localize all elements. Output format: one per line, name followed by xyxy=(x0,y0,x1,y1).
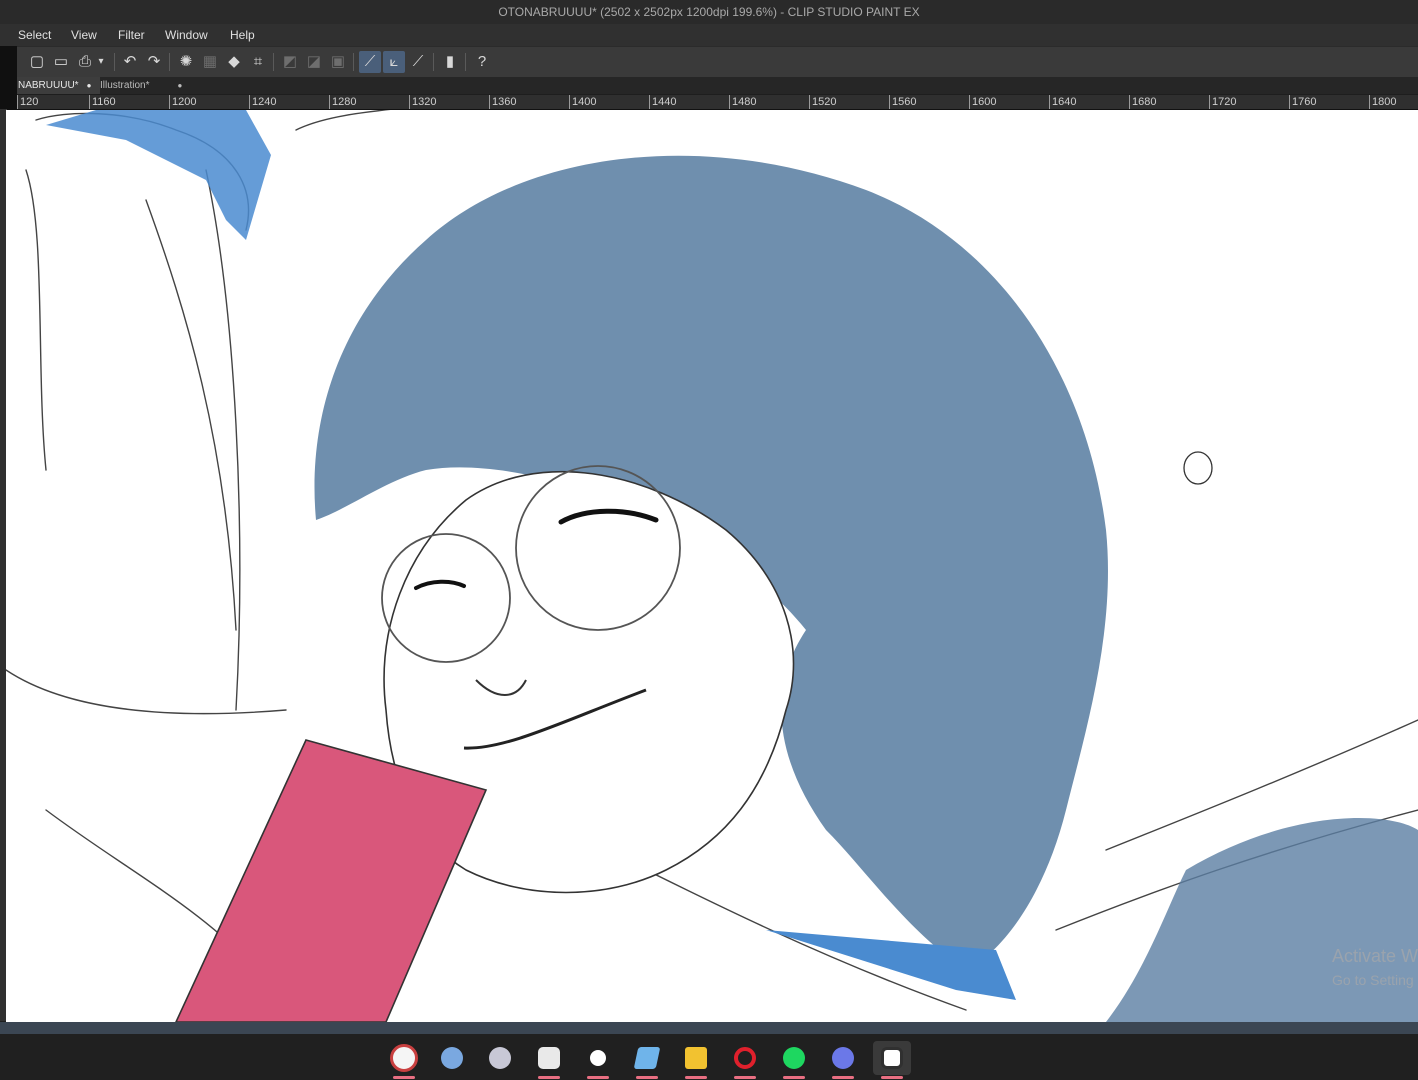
ruler-label: 1240 xyxy=(249,95,276,109)
menu-window[interactable]: Window xyxy=(163,24,210,46)
ruler-label: 1640 xyxy=(1049,95,1076,109)
shoulder-blue xyxy=(1106,818,1418,1022)
divider xyxy=(114,53,115,71)
drawing-canvas[interactable] xyxy=(6,110,1418,1022)
divider xyxy=(273,53,274,71)
ruler-label: 1560 xyxy=(889,95,916,109)
ruler-label: 1400 xyxy=(569,95,596,109)
menu-help[interactable]: Help xyxy=(228,24,257,46)
ruler-label: 1160 xyxy=(89,95,116,109)
ruler-label: 1600 xyxy=(969,95,996,109)
ruler-label: 1360 xyxy=(489,95,516,109)
ruler-label: 1280 xyxy=(329,95,356,109)
ruler-label: 1480 xyxy=(729,95,756,109)
new-icon[interactable]: ▢ xyxy=(26,51,48,73)
ruler-label: 1800 xyxy=(1369,95,1396,109)
unsaved-dot-icon: ● xyxy=(86,81,92,90)
divider xyxy=(353,53,354,71)
tab-label: NABRUUUU* xyxy=(18,80,79,91)
transform-icon[interactable]: ⌗ xyxy=(247,51,269,73)
spotify-icon[interactable] xyxy=(775,1041,813,1079)
app-window-icon[interactable] xyxy=(628,1041,666,1079)
perspective-icon[interactable]: ▣ xyxy=(327,51,349,73)
command-bar: ▢ ▭ ⎙ ▾ ↶ ↷ ✺ ▦ ◆ ⌗ ◩ ◪ ▣ ⟋ ⟀ ⟋ ▮ ? xyxy=(0,46,1418,78)
chevron-down-icon[interactable]: ▾ xyxy=(94,51,108,73)
status-strip xyxy=(0,1022,1418,1034)
artwork xyxy=(6,110,1418,1022)
horizontal-ruler[interactable]: 120 1160 1200 1240 1280 1320 1360 1400 1… xyxy=(17,95,1418,110)
divider xyxy=(169,53,170,71)
ruler-label: 1440 xyxy=(649,95,676,109)
help-icon[interactable]: ? xyxy=(471,51,493,73)
discord-icon[interactable] xyxy=(824,1041,862,1079)
tab-illustration[interactable]: Illustration* ● xyxy=(96,77,200,94)
ruler-label: 1680 xyxy=(1129,95,1156,109)
canvas-tabs: NABRUUUU* ● Illustration* ● xyxy=(0,77,1418,94)
activation-watermark-subtitle: Go to Setting xyxy=(1332,972,1414,988)
brush-cursor-icon xyxy=(1183,451,1213,485)
hair-tie xyxy=(46,110,271,240)
ruler-label: 120 xyxy=(17,95,38,109)
ruler-snap-icon[interactable]: ◩ xyxy=(279,51,301,73)
steam-icon[interactable] xyxy=(579,1041,617,1079)
window-title: OTONABRUUUU* (2502 x 2502px 1200dpi 199.… xyxy=(0,0,1418,24)
sketch-line xyxy=(205,169,241,711)
tab-otonabruuuu[interactable]: NABRUUUU* ● xyxy=(14,77,100,94)
open-icon[interactable]: ▭ xyxy=(50,51,72,73)
divider xyxy=(465,53,466,71)
app-icon[interactable] xyxy=(481,1041,519,1075)
special-ruler-icon[interactable]: ◪ xyxy=(303,51,325,73)
ruler-label: 1200 xyxy=(169,95,196,109)
unsaved-dot-icon: ● xyxy=(177,81,183,90)
pen-stabilize-icon[interactable]: ⟋ xyxy=(407,51,429,73)
krita-icon[interactable] xyxy=(433,1041,471,1075)
menu-bar: Select View Filter Window Help xyxy=(0,24,1418,46)
clip-studio-paint-active-icon[interactable] xyxy=(873,1041,911,1079)
fill-icon[interactable]: ◆ xyxy=(223,51,245,73)
undo-icon[interactable]: ↶ xyxy=(119,51,141,73)
opera-icon[interactable] xyxy=(726,1041,764,1079)
sketch-line xyxy=(25,169,47,471)
redo-icon[interactable]: ↷ xyxy=(143,51,165,73)
snap-ruler-icon[interactable]: ⟋ xyxy=(359,51,381,73)
clip-studio-icon[interactable] xyxy=(530,1041,568,1079)
ruler-label: 1760 xyxy=(1289,95,1316,109)
menu-select[interactable]: Select xyxy=(16,24,53,46)
clip-studio-paint-icon[interactable] xyxy=(385,1041,423,1079)
file-explorer-icon[interactable] xyxy=(677,1041,715,1079)
ruler-label: 1320 xyxy=(409,95,436,109)
ruler-label: 1520 xyxy=(809,95,836,109)
ruler-label: 1720 xyxy=(1209,95,1236,109)
color-wheel-icon[interactable]: ▮ xyxy=(439,51,461,73)
menu-view[interactable]: View xyxy=(69,24,99,46)
select-all-icon[interactable]: ✺ xyxy=(175,51,197,73)
taskbar xyxy=(0,1034,1418,1080)
snap-special-ruler-icon[interactable]: ⟀ xyxy=(383,51,405,73)
menu-filter[interactable]: Filter xyxy=(116,24,147,46)
save-icon[interactable]: ⎙ xyxy=(74,51,96,73)
divider xyxy=(433,53,434,71)
activation-watermark-title: Activate W xyxy=(1332,946,1418,966)
collar-red xyxy=(175,739,488,1022)
sketch-line xyxy=(6,669,287,715)
sketch-line xyxy=(295,110,391,131)
tab-label: Illustration* xyxy=(100,80,150,91)
clear-icon[interactable]: ▦ xyxy=(199,51,221,73)
